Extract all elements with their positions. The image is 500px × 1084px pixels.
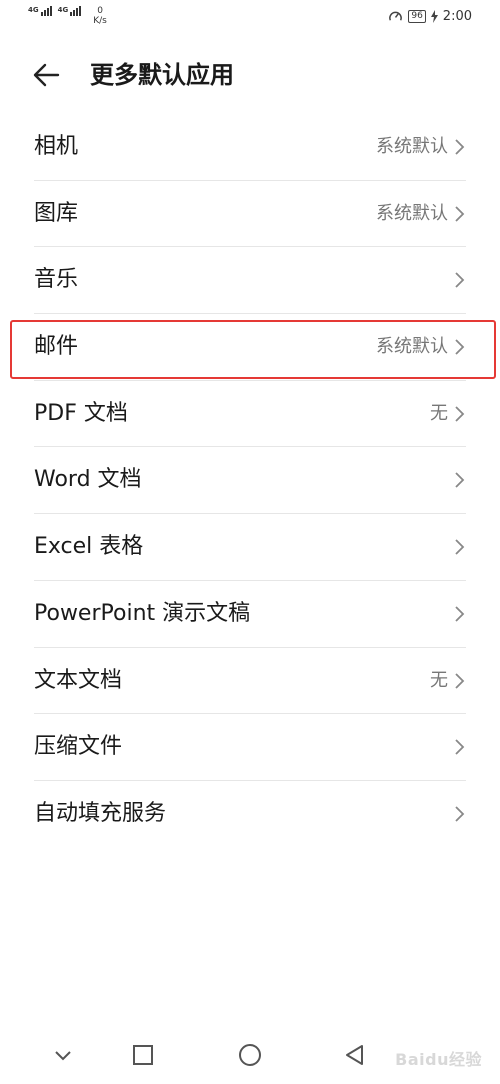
chevron-right-icon [455,139,465,155]
setting-label: 音乐 [34,267,79,293]
network-speed: 0 K/s [93,6,107,26]
chevron-right-icon [455,406,465,422]
clock: 2:00 [442,9,472,24]
square-icon [133,1045,153,1065]
setting-row-excel[interactable]: Excel 表格 [0,514,500,581]
chevron-right-icon [455,672,465,689]
network-type-label: 4G [28,6,39,14]
back-arrow-icon [33,63,60,87]
network-speed-unit: K/s [93,16,107,26]
collapse-button[interactable] [50,1042,76,1068]
setting-label: PDF 文档 [34,400,128,426]
chevron-right-icon [455,739,465,755]
recents-button[interactable] [130,1042,156,1068]
setting-label: Word 文档 [34,467,142,493]
triangle-back-icon [346,1045,363,1065]
setting-row-pdf[interactable]: PDF 文档 无 [0,381,500,448]
setting-row-word[interactable]: Word 文档 [0,447,500,515]
page-title: 更多默认应用 [90,61,234,89]
status-right: 96 2:00 [388,9,472,24]
speedometer-icon [389,11,403,21]
network-speed-value: 0 [97,6,103,16]
chevron-down-icon [55,1051,71,1061]
signal-icon: 4G [58,6,82,16]
settings-list: 相机 系统默认 图库 系统默认 音乐 邮件 系统默认 PDF 文档 无 Word… [0,114,500,848]
back-button[interactable] [28,58,68,92]
setting-label: Excel 表格 [34,534,144,560]
setting-label: 相机 [34,134,79,159]
setting-label: 文本文档 [34,667,123,693]
setting-row-text[interactable]: 文本文档 无 [0,648,500,715]
charging-icon [430,10,438,23]
setting-row-archive[interactable]: 压缩文件 [0,714,500,781]
setting-label: 压缩文件 [34,734,123,760]
status-left: 4G 4G 0 K/s [28,6,107,26]
chevron-right-icon [455,539,465,555]
header: 更多默认应用 [0,50,500,100]
battery-icon: 96 [408,10,426,23]
chevron-right-icon [455,606,465,622]
circle-icon [239,1044,261,1066]
chevron-right-icon [455,206,465,222]
setting-row-gallery[interactable]: 图库 系统默认 [0,181,500,248]
highlight-box [10,320,496,379]
status-bar: 4G 4G 0 K/s 96 2:00 [0,0,500,40]
setting-row-camera[interactable]: 相机 系统默认 [0,114,500,181]
home-button[interactable] [237,1042,263,1068]
setting-value: 无 [430,402,448,424]
setting-row-music[interactable]: 音乐 [0,247,500,315]
setting-value: 系统默认 [376,202,448,224]
chevron-right-icon [455,272,465,289]
setting-label: PowerPoint 演示文稿 [34,600,251,626]
setting-label: 自动填充服务 [34,800,167,826]
back-nav-button[interactable] [342,1042,368,1068]
signal-icon: 4G [28,6,52,16]
network-type-label: 4G [57,6,69,14]
setting-row-autofill[interactable]: 自动填充服务 [0,781,500,848]
setting-value: 系统默认 [376,136,448,157]
setting-row-powerpoint[interactable]: PowerPoint 演示文稿 [0,581,500,648]
setting-value: 无 [430,669,448,691]
watermark: Baidu经验 [395,1050,482,1069]
chevron-right-icon [455,472,465,489]
setting-label: 图库 [34,200,79,226]
chevron-right-icon [455,806,465,822]
